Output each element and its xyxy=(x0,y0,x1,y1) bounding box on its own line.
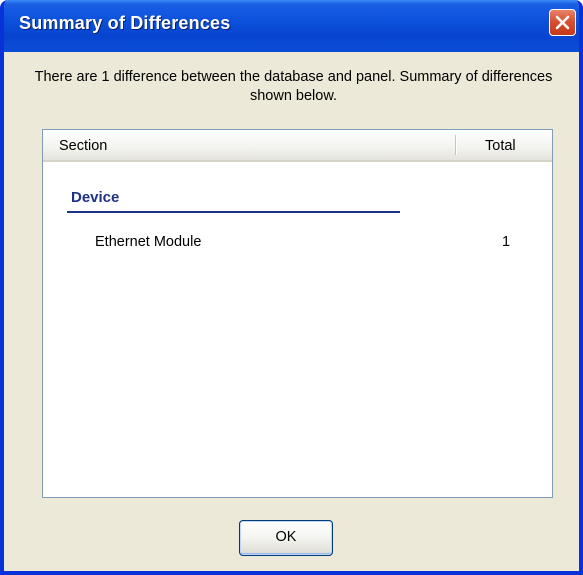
list-header: Section Total xyxy=(43,130,552,162)
window-title: Summary of Differences xyxy=(19,13,231,33)
close-icon xyxy=(555,15,570,30)
column-divider[interactable] xyxy=(455,135,456,155)
group-underline xyxy=(67,211,400,213)
title-bar[interactable]: Summary of Differences xyxy=(4,0,579,52)
differences-list[interactable]: Section Total Device Ethernet Module 1 xyxy=(42,129,553,498)
summary-dialog: Summary of Differences There are 1 diffe… xyxy=(0,0,583,575)
column-header-total[interactable]: Total xyxy=(485,138,516,154)
summary-message: There are 1 difference between the datab… xyxy=(34,69,553,104)
column-header-section[interactable]: Section xyxy=(59,138,107,154)
list-item-total[interactable]: 1 xyxy=(502,234,510,250)
ok-button[interactable]: OK xyxy=(239,520,333,556)
close-button[interactable] xyxy=(549,9,576,36)
group-label-device: Device xyxy=(71,189,120,206)
list-item-name[interactable]: Ethernet Module xyxy=(95,234,201,250)
